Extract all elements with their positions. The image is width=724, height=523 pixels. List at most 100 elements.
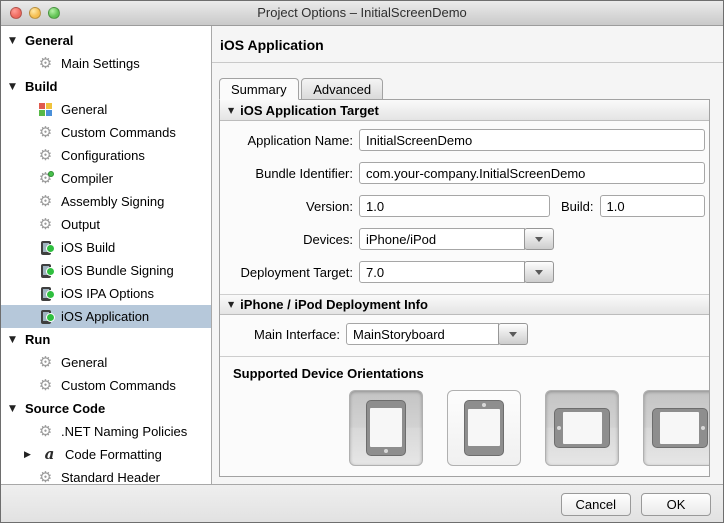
chevron-down-icon (535, 270, 543, 279)
sidebar-group-build[interactable]: ▼ Build (1, 75, 211, 98)
main-panel: iOS Application Summary Advanced ▼ iOS A… (212, 26, 723, 484)
disclosure-down-icon[interactable]: ▼ (9, 36, 19, 46)
sidebar-item-label: iOS IPA Options (61, 286, 154, 301)
sidebar-item-ios-build[interactable]: iOS Build (1, 236, 211, 259)
version-input[interactable] (359, 195, 550, 217)
sidebar-item-main-settings[interactable]: ⚙ Main Settings (1, 52, 211, 75)
deployment-target-input[interactable] (359, 261, 525, 283)
form-row: Version: Build: (220, 195, 709, 217)
close-button[interactable] (10, 7, 22, 19)
sidebar-group-run[interactable]: ▼ Run (1, 328, 211, 351)
sidebar-item-label: iOS Application (61, 309, 149, 324)
deployment-info-form: Main Interface: (220, 315, 709, 356)
sidebar-item-ios-bundle-signing[interactable]: iOS Bundle Signing (1, 259, 211, 282)
form-row: Main Interface: (220, 323, 709, 345)
sidebar-item-label: iOS Bundle Signing (61, 263, 174, 278)
page-title: iOS Application (212, 26, 723, 62)
main-interface-dropdown-button[interactable] (498, 323, 528, 345)
section-title: iOS Application Target (240, 103, 379, 118)
sidebar-item-run-custom-commands[interactable]: ⚙ Custom Commands (1, 374, 211, 397)
orientation-portrait-button[interactable] (349, 390, 423, 466)
disclosure-down-icon[interactable]: ▼ (9, 404, 19, 414)
sidebar-item-assembly-signing[interactable]: ⚙ Assembly Signing (1, 190, 211, 213)
traffic-lights (10, 7, 60, 19)
sidebar-item-net-naming-policies[interactable]: ⚙ .NET Naming Policies (1, 420, 211, 443)
sidebar-item-label: Custom Commands (61, 378, 176, 393)
zoom-button[interactable] (48, 7, 60, 19)
window-title: Project Options – InitialScreenDemo (1, 1, 723, 25)
main-interface-input[interactable] (346, 323, 499, 345)
devices-input[interactable] (359, 228, 525, 250)
disclosure-down-icon: ▼ (228, 106, 234, 115)
section-iphone-ipod-deployment-info[interactable]: ▼ iPhone / iPod Deployment Info (220, 294, 709, 315)
sidebar-item-label: Configurations (61, 148, 145, 163)
dialog-footer: Cancel OK (1, 484, 723, 523)
supported-device-orientations: Supported Device Orientations (220, 356, 709, 466)
phone-portrait-icon (366, 400, 406, 456)
deployment-target-label: Deployment Target: (220, 265, 353, 280)
sidebar-item-label: Main Settings (61, 56, 140, 71)
sidebar-item-configurations[interactable]: ⚙ Configurations (1, 144, 211, 167)
orientation-upside-down-button[interactable] (447, 390, 521, 466)
build-blocks-icon (37, 101, 54, 118)
ios-phone-icon (37, 308, 54, 325)
tab-summary[interactable]: Summary (219, 78, 299, 100)
disclosure-down-icon[interactable]: ▼ (9, 82, 19, 92)
application-name-input[interactable] (359, 129, 705, 151)
section-ios-application-target[interactable]: ▼ iOS Application Target (220, 100, 709, 121)
sidebar-item-label: Output (61, 217, 100, 232)
orientations-title: Supported Device Orientations (233, 366, 709, 381)
project-options-window: Project Options – InitialScreenDemo ▼ Ge… (0, 0, 724, 523)
section-title: iPhone / iPod Deployment Info (240, 297, 428, 312)
orientation-landscape-right-button[interactable] (643, 390, 710, 466)
gear-icon: ⚙ (37, 193, 54, 210)
deployment-target-dropdown-button[interactable] (524, 261, 554, 283)
bundle-identifier-input[interactable] (359, 162, 705, 184)
gear-icon: ⚙ (37, 124, 54, 141)
disclosure-down-icon[interactable]: ▼ (9, 335, 19, 345)
gear-icon: ⚙ (37, 147, 54, 164)
gear-icon: ⚙ (37, 469, 54, 484)
sidebar-item-standard-header[interactable]: ⚙ Standard Header (1, 466, 211, 484)
title-separator (212, 62, 723, 63)
sidebar-group-source-code[interactable]: ▼ Source Code (1, 397, 211, 420)
gear-icon: ⚙ (37, 55, 54, 72)
bundle-identifier-label: Bundle Identifier: (220, 166, 353, 181)
form-row: Devices: (220, 228, 709, 250)
chevron-down-icon (509, 332, 517, 341)
sidebar-item-ios-application[interactable]: iOS Application (1, 305, 211, 328)
sidebar-item-code-formatting[interactable]: ▶ a Code Formatting (1, 443, 211, 466)
disclosure-right-icon[interactable]: ▶ (24, 450, 34, 460)
phone-landscape-left-icon (554, 408, 610, 448)
main-interface-label: Main Interface: (220, 327, 340, 342)
disclosure-down-icon: ▼ (228, 300, 234, 309)
orientation-landscape-left-button[interactable] (545, 390, 619, 466)
sidebar-group-label: Run (25, 332, 50, 347)
sidebar-item-build-general[interactable]: General (1, 98, 211, 121)
sidebar-item-run-general[interactable]: ⚙ General (1, 351, 211, 374)
minimize-button[interactable] (29, 7, 41, 19)
sidebar-item-label: .NET Naming Policies (61, 424, 187, 439)
sidebar: ▼ General ⚙ Main Settings ▼ Build Genera… (1, 26, 212, 484)
sidebar-item-compiler[interactable]: ⚙ Compiler (1, 167, 211, 190)
cancel-button[interactable]: Cancel (561, 493, 631, 516)
sidebar-item-label: Custom Commands (61, 125, 176, 140)
sidebar-item-label: Standard Header (61, 470, 160, 484)
chevron-down-icon (535, 237, 543, 246)
gear-icon: ⚙ (37, 423, 54, 440)
devices-label: Devices: (220, 232, 353, 247)
build-input[interactable] (600, 195, 705, 217)
phone-upside-down-icon (464, 400, 504, 456)
sidebar-item-ios-ipa-options[interactable]: iOS IPA Options (1, 282, 211, 305)
ok-button[interactable]: OK (641, 493, 711, 516)
tab-bar: Summary Advanced (219, 78, 723, 100)
ios-application-target-form: Application Name: Bundle Identifier: Ver… (220, 121, 709, 294)
gear-icon: ⚙ (37, 377, 54, 394)
devices-dropdown-button[interactable] (524, 228, 554, 250)
sidebar-item-output[interactable]: ⚙ Output (1, 213, 211, 236)
gear-icon: ⚙ (37, 216, 54, 233)
sidebar-item-custom-commands[interactable]: ⚙ Custom Commands (1, 121, 211, 144)
tab-advanced[interactable]: Advanced (301, 78, 383, 100)
gear-icon: ⚙ (37, 354, 54, 371)
sidebar-group-general[interactable]: ▼ General (1, 29, 211, 52)
